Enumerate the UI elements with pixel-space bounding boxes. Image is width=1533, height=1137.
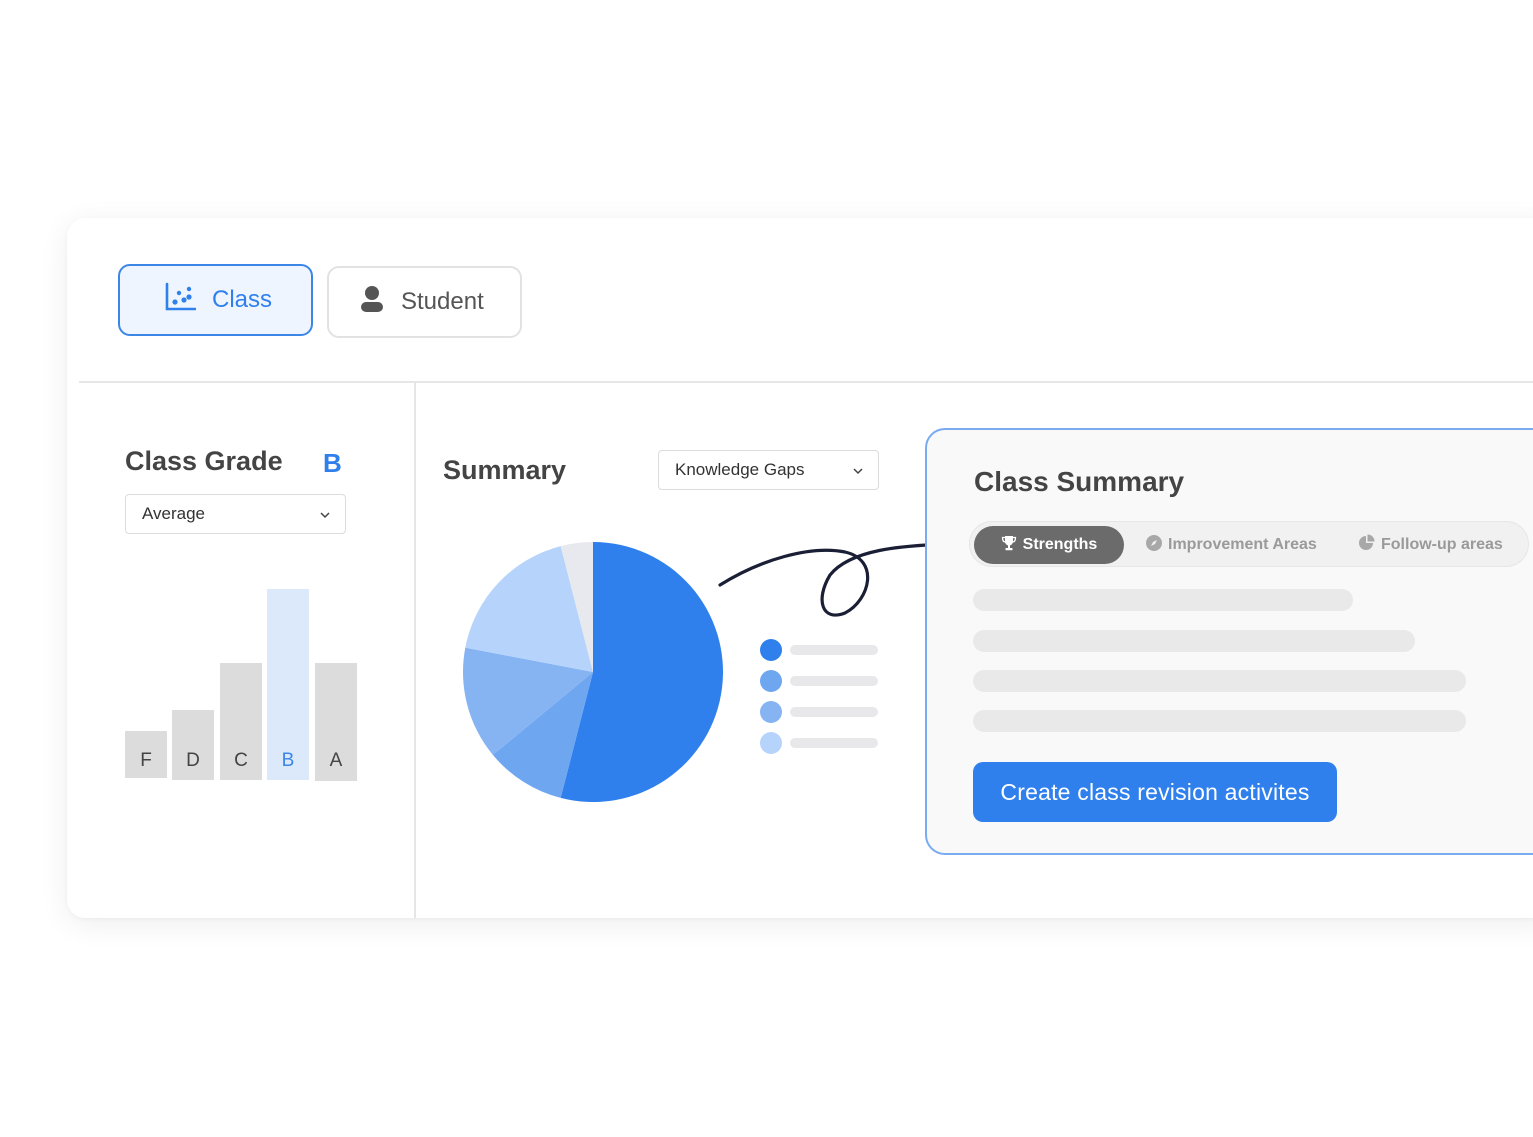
tab-class-label: Class: [212, 286, 273, 313]
summary-title: Summary: [443, 455, 567, 485]
chevron-down-icon: [852, 462, 864, 482]
tab-follow-up-areas[interactable]: Follow-up areas: [1358, 526, 1503, 564]
summary-filter-select[interactable]: Knowledge Gaps: [658, 450, 879, 490]
legend-placeholder-line: [790, 706, 878, 717]
legend-item: [760, 665, 878, 696]
pie-chart-icon: [1358, 534, 1375, 556]
tab-improvement-areas[interactable]: Improvement Areas: [1146, 526, 1317, 564]
trophy-icon: [1001, 535, 1017, 556]
legend-placeholder-line: [790, 737, 878, 748]
legend-item: [760, 727, 878, 758]
skeleton-line: [973, 710, 1466, 732]
skeleton-line: [973, 630, 1415, 652]
tab-strengths-label: Strengths: [1022, 536, 1098, 553]
grade-bar-label-d: D: [186, 750, 200, 771]
scatter-chart-icon: [164, 282, 197, 319]
legend-swatch: [760, 638, 782, 661]
legend-item: [760, 696, 878, 727]
create-revision-activities-button[interactable]: Create class revision activites: [973, 762, 1337, 822]
header-divider: [79, 381, 1533, 383]
chevron-down-icon: [319, 506, 331, 526]
tab-strengths[interactable]: Strengths: [974, 526, 1124, 564]
compass-icon: [1146, 534, 1162, 556]
tab-improvement-areas-label: Improvement Areas: [1168, 536, 1317, 553]
grade-bar-label-c: C: [234, 750, 248, 771]
tab-student[interactable]: Student: [327, 266, 522, 338]
grade-bar-label-f: F: [140, 750, 152, 771]
skeleton-line: [973, 670, 1466, 692]
legend-swatch: [760, 731, 782, 754]
grade-bar-chart: FDCBA: [125, 560, 365, 781]
summary-pie-chart: [463, 542, 723, 802]
tab-student-label: Student: [401, 288, 484, 315]
legend-item: [760, 634, 878, 665]
grade-bar-label-a: A: [329, 750, 343, 771]
tab-follow-up-areas-label: Follow-up areas: [1381, 536, 1503, 553]
pie-legend: [760, 634, 878, 758]
grade-aggregate-select[interactable]: Average: [125, 494, 346, 534]
legend-placeholder-line: [790, 675, 878, 686]
skeleton-line: [973, 589, 1353, 611]
class-summary-title: Class Summary: [974, 466, 1185, 497]
summary-filter-value: Knowledge Gaps: [675, 460, 805, 479]
legend-swatch: [760, 700, 782, 723]
class-grade-title: Class Grade: [125, 446, 283, 476]
legend-placeholder-line: [790, 644, 878, 655]
column-divider: [414, 383, 416, 918]
grade-bar-label-b: B: [281, 750, 295, 771]
tab-class[interactable]: Class: [118, 264, 313, 336]
legend-swatch: [760, 669, 782, 692]
grade-aggregate-value: Average: [142, 504, 206, 523]
class-grade-letter: B: [323, 448, 342, 478]
person-icon: [359, 284, 385, 321]
